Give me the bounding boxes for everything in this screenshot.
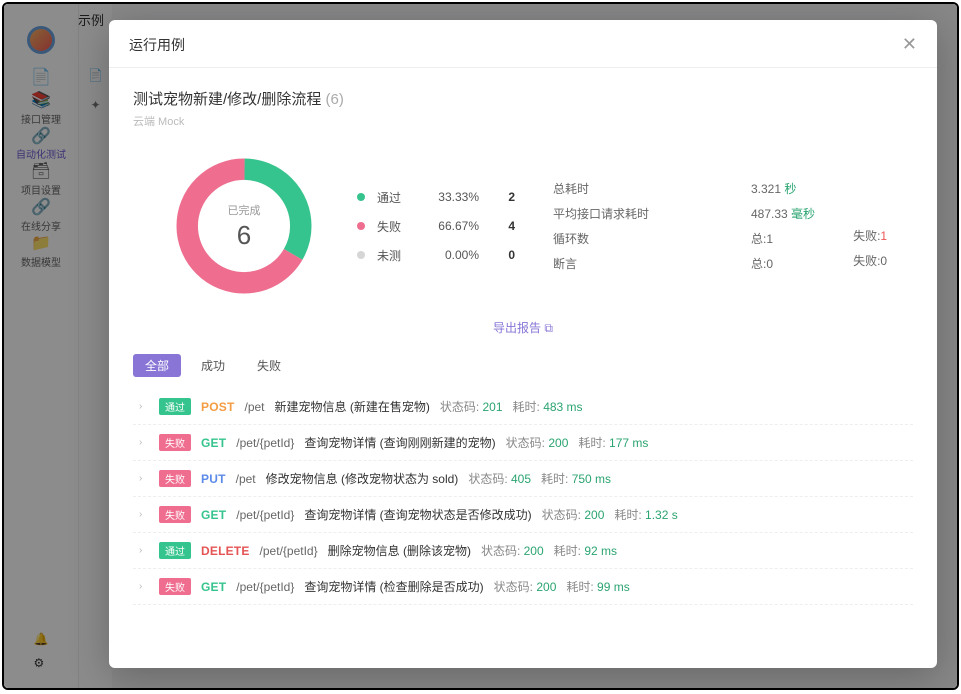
legend-count: 2: [491, 190, 515, 204]
step-description: 查询宠物详情 (检查删除是否成功): [304, 578, 483, 595]
api-path: /pet/{petId}: [236, 436, 294, 450]
elapsed-time: 耗时: 177 ms: [578, 434, 648, 451]
test-count: (6): [326, 91, 344, 108]
step-description: 修改宠物信息 (修改宠物状态为 sold): [266, 470, 459, 487]
http-method: GET: [201, 436, 226, 450]
legend-label: 未测: [377, 247, 417, 264]
status-code: 状态码: 200: [506, 434, 569, 451]
modal-title: 运行用例: [129, 35, 185, 55]
tab-success[interactable]: 成功: [189, 354, 237, 377]
chevron-right-icon: ›: [139, 581, 149, 592]
fail-values: 失败:1 失败:0: [853, 183, 887, 269]
legend-percent: 66.67%: [429, 219, 479, 233]
http-method: GET: [201, 508, 226, 522]
step-description: 查询宠物详情 (查询宠物状态是否修改成功): [304, 506, 531, 523]
status-code: 状态码: 200: [542, 506, 605, 523]
result-legend: 通过 33.33% 2 失败 66.67% 4 未测 0.00% 0: [357, 189, 515, 264]
elapsed-time: 耗时: 99 ms: [566, 578, 629, 595]
elapsed-time: 耗时: 1.32 s: [614, 506, 677, 523]
chevron-right-icon: ›: [139, 437, 149, 448]
timing-metrics: 总耗时 平均接口请求耗时 循环数 断言: [553, 180, 713, 272]
api-path: /pet: [244, 400, 264, 414]
test-result-row[interactable]: › 通过 DELETE/pet/{petId} 删除宠物信息 (删除该宠物) 状态码: …: [133, 533, 913, 569]
legend-dot: [357, 222, 365, 230]
legend-label: 通过: [377, 189, 417, 206]
legend-dot: [357, 251, 365, 259]
status-badge: 失败: [159, 578, 191, 595]
legend-label: 失败: [377, 218, 417, 235]
external-link-icon: ⧉: [544, 321, 553, 335]
legend-percent: 33.33%: [429, 190, 479, 204]
status-code: 状态码: 200: [481, 542, 544, 559]
legend-count: 4: [491, 219, 515, 233]
step-description: 新建宠物信息 (新建在售宠物): [275, 398, 430, 415]
status-badge: 通过: [159, 542, 191, 559]
export-report-link[interactable]: 导出报告 ⧉: [493, 321, 553, 335]
status-badge: 失败: [159, 506, 191, 523]
http-method: PUT: [201, 472, 226, 486]
http-method: POST: [201, 400, 234, 414]
chevron-right-icon: ›: [139, 473, 149, 484]
status-badge: 失败: [159, 434, 191, 451]
test-suite-name: 测试宠物新建/修改/删除流程: [133, 91, 321, 108]
legend-count: 0: [491, 248, 515, 262]
status-code: 状态码: 200: [494, 578, 557, 595]
chevron-right-icon: ›: [139, 401, 149, 412]
status-badge: 通过: [159, 398, 191, 415]
timing-values: 3.321 秒 487.33 毫秒 总:1 总:0: [751, 180, 815, 272]
test-result-row[interactable]: › 失败 GET/pet/{petId} 查询宠物详情 (查询宠物状态是否修改成功) 状…: [133, 497, 913, 533]
step-description: 查询宠物详情 (查询刚刚新建的宠物): [304, 434, 495, 451]
api-path: /pet/{petId}: [260, 544, 318, 558]
api-path: /pet/{petId}: [236, 508, 294, 522]
api-path: /pet/{petId}: [236, 580, 294, 594]
environment-label: 云端 Mock: [133, 113, 913, 129]
chevron-right-icon: ›: [139, 509, 149, 520]
tab-all[interactable]: 全部: [133, 354, 181, 377]
elapsed-time: 耗时: 483 ms: [513, 398, 583, 415]
elapsed-time: 耗时: 92 ms: [554, 542, 617, 559]
filter-tabs: 全部 成功 失败: [133, 354, 913, 377]
donut-center-value: 6: [237, 220, 251, 251]
step-description: 删除宠物信息 (删除该宠物): [328, 542, 471, 559]
status-code: 状态码: 405: [468, 470, 531, 487]
close-icon[interactable]: ✕: [902, 34, 917, 55]
http-method: GET: [201, 580, 226, 594]
test-suite-heading: 测试宠物新建/修改/删除流程 (6): [133, 88, 913, 109]
legend-dot: [357, 193, 365, 201]
http-method: DELETE: [201, 544, 250, 558]
donut-center-label: 已完成: [228, 202, 261, 218]
elapsed-time: 耗时: 750 ms: [541, 470, 611, 487]
status-badge: 失败: [159, 470, 191, 487]
test-result-row[interactable]: › 通过 POST/pet 新建宠物信息 (新建在售宠物) 状态码: 201 耗时: 48…: [133, 389, 913, 425]
status-code: 状态码: 201: [440, 398, 503, 415]
result-list: › 通过 POST/pet 新建宠物信息 (新建在售宠物) 状态码: 201 耗时: 48…: [133, 389, 913, 605]
api-path: /pet: [236, 472, 256, 486]
test-result-row[interactable]: › 失败 GET/pet/{petId} 查询宠物详情 (查询刚刚新建的宠物) 状态码:…: [133, 425, 913, 461]
progress-donut: 已完成 6: [169, 151, 319, 301]
tab-fail[interactable]: 失败: [245, 354, 293, 377]
run-test-modal: 运行用例 ✕ 测试宠物新建/修改/删除流程 (6) 云端 Mock: [109, 20, 937, 668]
legend-percent: 0.00%: [429, 248, 479, 262]
chevron-right-icon: ›: [139, 545, 149, 556]
test-result-row[interactable]: › 失败 GET/pet/{petId} 查询宠物详情 (检查删除是否成功) 状态码: …: [133, 569, 913, 605]
test-result-row[interactable]: › 失败 PUT/pet 修改宠物信息 (修改宠物状态为 sold) 状态码: 405 耗…: [133, 461, 913, 497]
